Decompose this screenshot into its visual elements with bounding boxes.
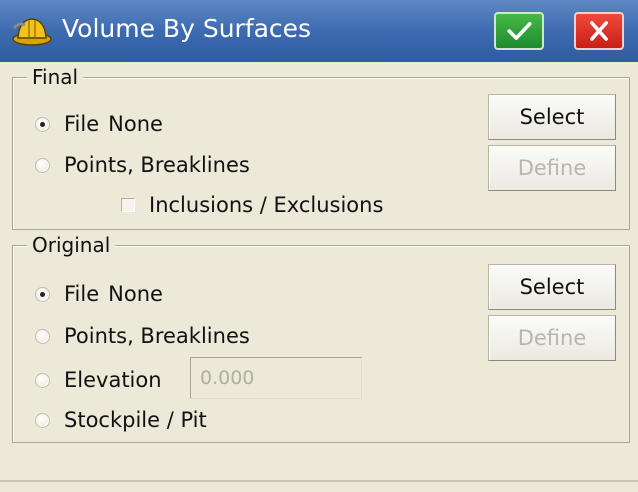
- final-points-breaklines-label: Points, Breaklines: [64, 153, 250, 177]
- volume-by-surfaces-dialog: Volume By Surfaces Final File None Point…: [0, 0, 638, 492]
- radio-button[interactable]: [35, 157, 50, 173]
- radio-button[interactable]: [35, 372, 50, 388]
- original-stockpile-pit-radio[interactable]: Stockpile / Pit: [35, 407, 207, 433]
- radio-button[interactable]: [35, 328, 50, 344]
- original-points-breaklines-label: Points, Breaklines: [64, 324, 250, 348]
- original-points-breaklines-radio[interactable]: Points, Breaklines: [35, 323, 250, 349]
- checkmark-icon: [507, 22, 532, 40]
- radio-button-selected[interactable]: [35, 116, 50, 132]
- original-define-button[interactable]: Define: [488, 315, 616, 361]
- checkbox[interactable]: [121, 198, 135, 212]
- radio-button-selected[interactable]: [35, 286, 50, 302]
- hard-hat-icon: [10, 12, 54, 48]
- final-group-label: Final: [27, 66, 84, 88]
- final-file-label: File: [64, 112, 100, 136]
- original-file-label: File: [64, 282, 100, 306]
- original-group: Original File None Points, Breaklines El…: [12, 234, 630, 443]
- close-button[interactable]: [574, 12, 624, 50]
- inclusions-exclusions-checkbox[interactable]: Inclusions / Exclusions: [121, 192, 383, 218]
- original-elevation-radio[interactable]: Elevation: [35, 367, 162, 393]
- original-elevation-label: Elevation: [64, 368, 162, 392]
- final-file-radio[interactable]: File None: [35, 111, 163, 137]
- final-select-button[interactable]: Select: [488, 94, 616, 140]
- bottom-divider: [0, 480, 638, 482]
- original-select-button[interactable]: Select: [488, 264, 616, 310]
- title-bar: Volume By Surfaces: [0, 0, 638, 62]
- original-stockpile-pit-label: Stockpile / Pit: [64, 408, 207, 432]
- ok-button[interactable]: [494, 12, 544, 50]
- final-group: Final File None Points, Breaklines Inclu…: [12, 66, 630, 230]
- original-file-radio[interactable]: File None: [35, 281, 163, 307]
- window-title: Volume By Surfaces: [62, 14, 312, 43]
- final-define-button[interactable]: Define: [488, 145, 616, 191]
- elevation-input[interactable]: 0.000: [190, 357, 362, 399]
- final-file-value: None: [108, 112, 163, 136]
- radio-button[interactable]: [35, 412, 50, 428]
- final-points-breaklines-radio[interactable]: Points, Breaklines: [35, 152, 250, 178]
- original-group-label: Original: [27, 234, 116, 256]
- inclusions-exclusions-label: Inclusions / Exclusions: [149, 193, 384, 217]
- original-file-value: None: [108, 282, 163, 306]
- close-x-icon: [590, 21, 608, 41]
